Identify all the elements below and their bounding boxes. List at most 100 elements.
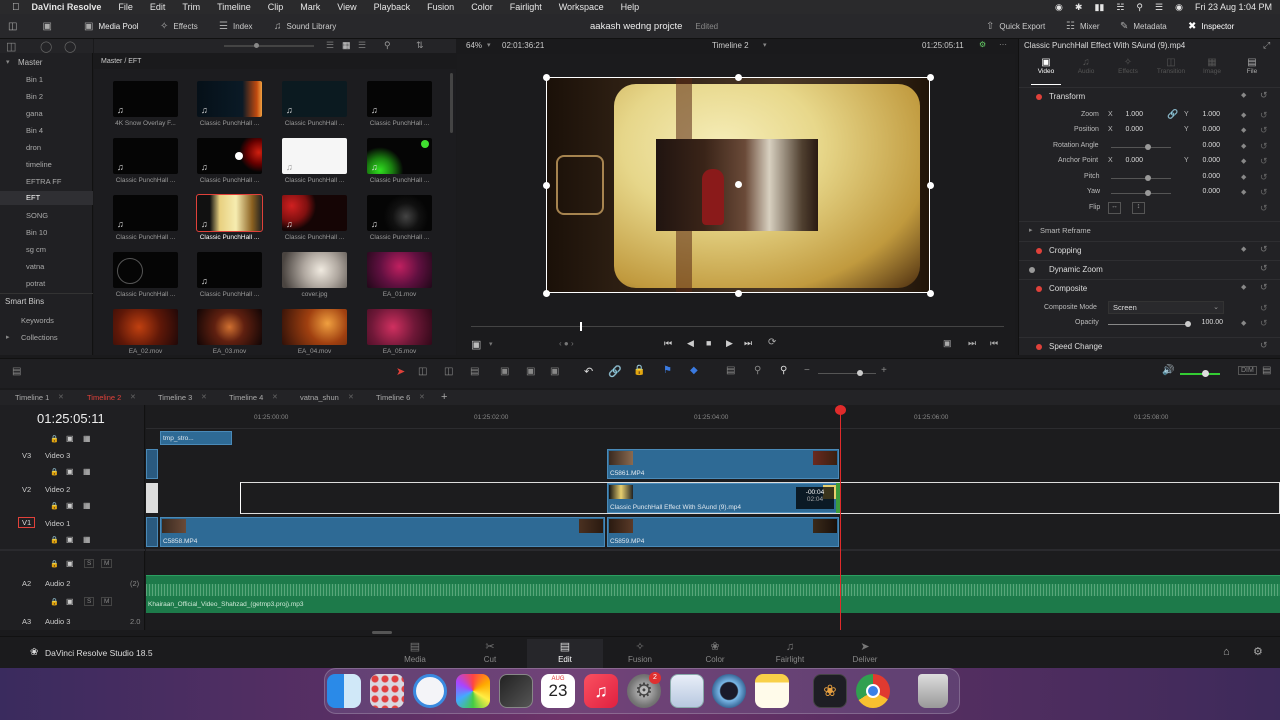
tab-effects[interactable]: ✧ Effects: [1113, 57, 1143, 83]
zoom-detail-icon[interactable]: ⚲: [754, 365, 761, 376]
smart-bin-collections[interactable]: Collections: [21, 333, 58, 342]
auto-track-icon[interactable]: ▣: [66, 535, 74, 544]
timeline-ruler[interactable]: 01:25:00:00 01:25:02:00 01:25:04:00 01:2…: [146, 405, 1280, 429]
replace-clip-icon[interactable]: ▣: [550, 366, 559, 377]
media-pool-button[interactable]: ▣ Media Pool: [84, 14, 138, 39]
sync-icon[interactable]: ⚙: [979, 40, 986, 49]
panel-toggle-icon[interactable]: ◫: [8, 21, 17, 32]
bin-item[interactable]: vatna: [26, 262, 44, 271]
enabled-indicator[interactable]: [1036, 94, 1042, 100]
rotation-field[interactable]: 0.000: [1184, 142, 1220, 152]
position-x-field[interactable]: 0.000: [1107, 126, 1143, 136]
calendar-icon[interactable]: AUG 23: [541, 674, 575, 708]
stop-icon[interactable]: ■: [706, 338, 711, 348]
index-button[interactable]: ☰ Index: [219, 14, 253, 39]
enabled-indicator[interactable]: [1029, 267, 1035, 273]
page-color[interactable]: ❀ Color: [677, 639, 753, 669]
keyframe-icon[interactable]: ◆: [1241, 283, 1246, 291]
photos-icon[interactable]: [456, 674, 490, 708]
transform-section[interactable]: Transform ◆ ↺: [1019, 87, 1280, 105]
keyframe-icon[interactable]: ◆: [1241, 111, 1246, 123]
enabled-indicator[interactable]: [1036, 344, 1042, 350]
viewer-zoom[interactable]: 64%: [466, 41, 482, 50]
composite-mode-select[interactable]: Screen ⌄: [1108, 301, 1224, 314]
solo-button[interactable]: S: [84, 559, 95, 568]
next-edit-icon[interactable]: ⏭: [968, 338, 976, 349]
search-icon[interactable]: ⚲: [1136, 2, 1143, 13]
horizontal-scrollbar[interactable]: [372, 631, 392, 634]
edge-handle-left[interactable]: [543, 182, 550, 189]
tab-video[interactable]: ▣ Video: [1033, 57, 1059, 83]
transform-bounding-box[interactable]: [546, 77, 930, 293]
smart-bin-keywords[interactable]: Keywords: [21, 316, 54, 325]
wifi-icon[interactable]: ☵: [1116, 2, 1124, 13]
bin-master[interactable]: Master: [18, 58, 42, 67]
menu-datetime[interactable]: Fri 23 Aug 1:04 PM: [1195, 2, 1272, 12]
page-deliver[interactable]: ➤ Deliver: [827, 639, 903, 669]
keyframe-icon[interactable]: ◆: [1241, 91, 1246, 99]
media-clip[interactable]: [282, 309, 347, 345]
tab-vatna-shun[interactable]: vatna_shun: [300, 393, 339, 402]
bin-item[interactable]: timeline: [26, 160, 52, 169]
mixer-button[interactable]: ☷ Mixer: [1066, 14, 1100, 39]
reset-icon[interactable]: ↺: [1260, 318, 1268, 330]
media-clip[interactable]: [282, 252, 347, 288]
opacity-field[interactable]: 100.00: [1187, 319, 1223, 329]
corner-handle-tl[interactable]: [543, 74, 550, 81]
lock-icon[interactable]: 🔒: [50, 468, 59, 476]
bin-item[interactable]: Bin 2: [26, 92, 43, 101]
record-icon[interactable]: ◉: [1055, 2, 1063, 13]
control-center-icon[interactable]: ☰: [1155, 2, 1163, 13]
lock-icon[interactable]: 🔒: [50, 598, 59, 606]
keyframe-icon[interactable]: ◆: [1241, 319, 1246, 331]
menu-fusion[interactable]: Fusion: [427, 2, 454, 12]
go-to-start-icon[interactable]: ⏮: [664, 338, 672, 349]
slider-knob[interactable]: [1145, 144, 1151, 150]
close-icon[interactable]: ✕: [272, 393, 278, 401]
bin-item[interactable]: Bin 1: [26, 75, 43, 84]
overwrite-clip-icon[interactable]: ▣: [526, 366, 535, 377]
filter-icon[interactable]: ◯: [64, 40, 76, 53]
bin-item[interactable]: dron: [26, 143, 41, 152]
edge-handle-top[interactable]: [735, 74, 742, 81]
auto-track-icon[interactable]: ▣: [66, 597, 74, 606]
effects-button[interactable]: ✧ Effects: [160, 14, 198, 39]
safari-icon[interactable]: [413, 674, 447, 708]
auto-track-icon[interactable]: ▣: [66, 467, 74, 476]
menu-color[interactable]: Color: [471, 2, 493, 12]
close-icon[interactable]: ✕: [130, 393, 136, 401]
finder-icon[interactable]: [327, 674, 361, 708]
layout-icon[interactable]: ▣: [42, 21, 51, 32]
list-mode-icon[interactable]: ☰: [326, 40, 334, 51]
position-y-field[interactable]: 0.000: [1184, 126, 1220, 136]
final-cut-icon[interactable]: [499, 674, 533, 708]
media-clip[interactable]: [113, 252, 178, 288]
bin-item[interactable]: sg cm: [26, 245, 46, 254]
bin-item-selected[interactable]: EFT: [0, 191, 93, 205]
cropping-section[interactable]: Cropping ◆ ↺: [1019, 241, 1280, 259]
add-timeline-icon[interactable]: +: [441, 391, 447, 403]
reset-icon[interactable]: ↺: [1260, 244, 1268, 255]
slider-knob[interactable]: [1145, 175, 1151, 181]
smart-reframe-section[interactable]: ▸ Smart Reframe: [1019, 221, 1280, 239]
page-media[interactable]: ▤ Media: [377, 639, 453, 669]
timeline-audio-clip[interactable]: Khairaan_Official_Video_Shahzad_(getmp3.…: [146, 575, 1280, 613]
prev-edit-icon[interactable]: ⏮: [990, 338, 998, 349]
metadata-button[interactable]: ✎ Metadata: [1120, 14, 1167, 39]
smart-bins-header[interactable]: Smart Bins: [5, 297, 44, 306]
metadata-view-icon[interactable]: ☰: [358, 40, 366, 51]
marker-icon[interactable]: ◆: [690, 365, 698, 376]
play-icon[interactable]: ▶: [726, 338, 733, 349]
timeline-clip-c5861[interactable]: C5861.MP4: [607, 449, 839, 479]
reset-icon[interactable]: ↺: [1260, 340, 1268, 351]
pitch-field[interactable]: 0.000: [1184, 173, 1220, 183]
lock-icon[interactable]: 🔒: [50, 536, 59, 544]
list-view-icon[interactable]: ◫: [6, 40, 16, 53]
media-clip[interactable]: ♫: [282, 138, 347, 174]
timeline-zoom-slider[interactable]: [818, 373, 876, 374]
reset-icon[interactable]: ↺: [1260, 282, 1268, 293]
reset-icon[interactable]: ↺: [1260, 141, 1268, 153]
rotation-slider[interactable]: [1111, 147, 1171, 148]
tab-timeline-4[interactable]: Timeline 4: [229, 393, 263, 402]
reset-icon[interactable]: ↺: [1260, 263, 1268, 274]
